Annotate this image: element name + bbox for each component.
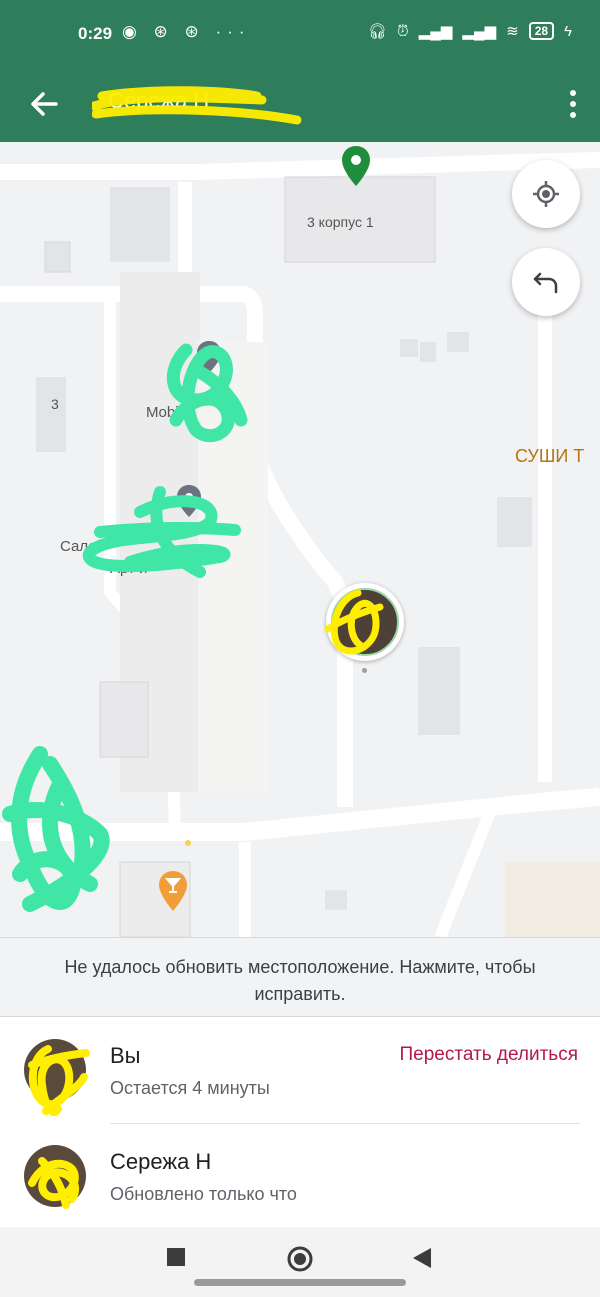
location-error-banner[interactable]: Не удалось обновить местоположение. Нажм… — [0, 937, 600, 1017]
signal-icon: ▂▄▆ — [418, 23, 453, 40]
map-label-number: 3 — [51, 396, 59, 412]
gesture-pill[interactable] — [194, 1279, 406, 1286]
back-button[interactable] — [22, 82, 66, 126]
avatar — [24, 1039, 90, 1116]
wifi-icon: ≋ — [506, 23, 519, 40]
arrow-left-icon — [31, 92, 58, 116]
undo-button[interactable] — [512, 248, 580, 316]
status-bar: 0:29 ◉ ⊛ ⊛ ··· 🎧︎ ⏰︎ ▂▄▆ ▂▄▆ ≋ 28 ϟ — [0, 0, 600, 70]
recents-square-icon[interactable] — [166, 1247, 186, 1267]
redaction-scribble — [28, 1157, 80, 1209]
map-dot — [185, 840, 191, 846]
map-label-building: 3 корпус 1 — [307, 214, 374, 230]
battery-indicator: 28 — [528, 22, 555, 40]
marker-dot — [362, 668, 367, 673]
list-item-contact[interactable]: Сережа Н Обновлено только что — [0, 1123, 600, 1227]
undo-arrow-icon — [533, 272, 558, 294]
status-right-icons: 🎧︎ ⏰︎ ▂▄▆ ▂▄▆ ≋ 28 ϟ — [368, 22, 572, 40]
headphones-icon: 🎧︎ — [367, 23, 387, 40]
person-name: Вы — [110, 1043, 141, 1068]
banner-text: Не удалось обновить местоположение. Нажм… — [64, 957, 536, 1004]
person-name: Сережа Н — [110, 1149, 212, 1174]
signal-icon-2: ▂▄▆ — [462, 23, 497, 40]
my-location-icon — [533, 181, 559, 207]
location-pin-icon[interactable] — [340, 144, 372, 188]
person-status: Остается 4 минуты — [110, 1078, 270, 1098]
bar-pin-icon[interactable] — [158, 870, 188, 912]
redaction-scribble — [82, 486, 241, 578]
home-circle-icon[interactable] — [286, 1245, 314, 1273]
person-status: Обновлено только что — [110, 1184, 297, 1204]
redaction-scribble — [324, 589, 384, 655]
redaction-scribble — [28, 1045, 90, 1116]
more-vert-icon — [570, 90, 576, 118]
charging-icon: ϟ — [564, 22, 572, 40]
people-list: Вы Остается 4 минуты Перестать делиться … — [0, 1017, 600, 1227]
back-triangle-icon[interactable] — [412, 1247, 432, 1269]
map-view[interactable]: 3 корпус 1 3 Mobil Салон Арт и СУШИ Т — [0, 142, 600, 937]
status-time: 0:29 — [78, 24, 113, 43]
redaction-scribble — [166, 343, 248, 442]
avatar — [24, 1145, 86, 1209]
status-left-icons: ◉ ⊛ ⊛ ··· — [122, 22, 251, 41]
system-nav-bar — [0, 1227, 600, 1297]
map-label-sushi: СУШИ Т — [515, 446, 585, 466]
redaction-scribble — [92, 86, 302, 125]
my-location-button[interactable] — [512, 160, 580, 228]
alarm-icon: ⏰︎ — [397, 22, 409, 40]
app-bar: Сережа Н — [0, 70, 600, 142]
list-item-you[interactable]: Вы Остается 4 минуты Перестать делиться — [0, 1017, 600, 1121]
more-options-button[interactable] — [566, 84, 580, 124]
redaction-scribble — [2, 746, 110, 912]
stop-sharing-button[interactable]: Перестать делиться — [400, 1044, 579, 1066]
person-marker[interactable] — [324, 583, 404, 661]
